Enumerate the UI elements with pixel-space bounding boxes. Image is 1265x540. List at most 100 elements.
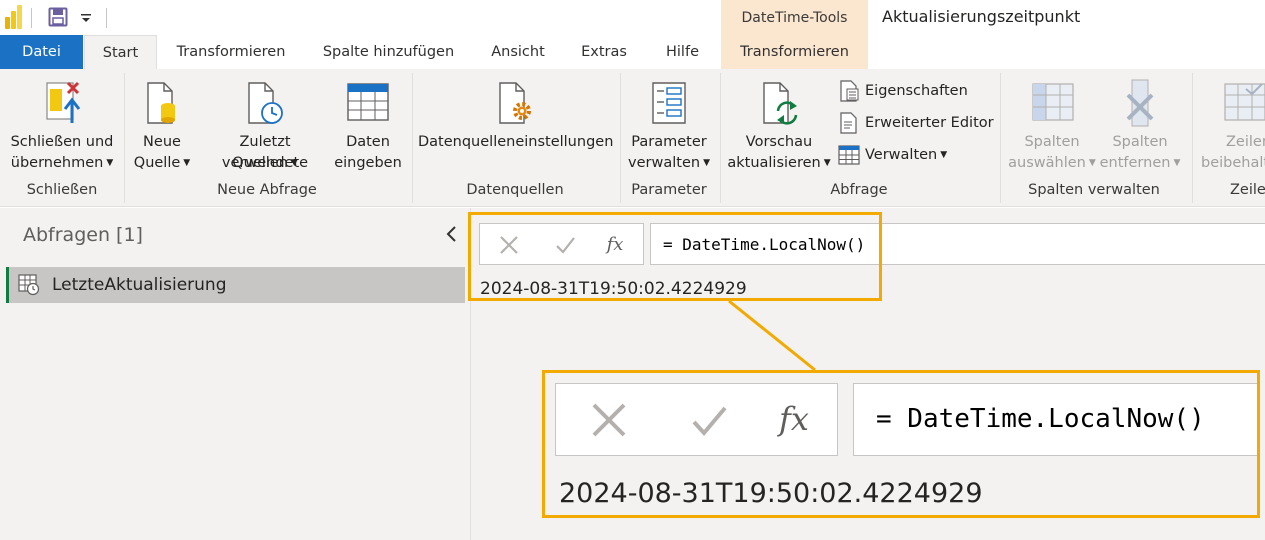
advanced-editor-button[interactable]: Erweiterter Editor [838,112,994,134]
group-label-spalten-verwalten: Spalten verwalten [1028,182,1160,198]
group-label-schliessen: Schließen [26,182,98,198]
group-divider [1192,73,1193,203]
dropdown-caret-icon: ▼ [940,150,948,160]
save-icon[interactable] [48,7,68,27]
table-icon [838,145,860,165]
dropdown-caret-icon: ▼ [1173,158,1181,168]
manage-parameters-button[interactable]: Parameter verwalten ▼ [624,77,714,177]
keep-rows-icon [1224,83,1265,128]
dropdown-caret-icon: ▼ [106,158,114,168]
new-source-label-2: Quelle [133,155,181,171]
choose-columns-icon [1032,83,1074,128]
tab-extras[interactable]: Extras [564,35,644,69]
group-divider [620,73,621,203]
group-divider [124,73,125,203]
refresh-preview-label: Vorschau [745,134,813,150]
tab-hilfe[interactable]: Hilfe [647,35,718,69]
tab-datetime-transformieren[interactable]: Transformieren [721,35,868,69]
group-label-zeilen: Zeilen [1230,182,1265,198]
window-title: Aktualisierungszeitpunkt [882,7,1081,26]
queries-title: Abfragen [1] [23,224,143,246]
properties-button[interactable]: Eigenschaften [838,80,968,102]
keep-rows-button[interactable]: Zeilen beibehalten [1198,77,1265,177]
ribbon-tabs: Datei Start Transformieren Spalte hinzuf… [0,35,1265,69]
power-bi-logo-icon [5,5,23,29]
keep-rows-label-2: beibehalten [1201,155,1265,171]
properties-label: Eigenschaften [865,83,968,99]
refresh-preview-button[interactable]: Vorschau aktualisieren ▼ [724,77,834,177]
remove-columns-icon [1122,79,1158,134]
datetime-query-icon [18,274,40,296]
manage-parameters-label: Parameter [631,134,707,150]
enter-data-button[interactable]: Daten eingeben [333,77,403,177]
dropdown-caret-icon: ▼ [290,158,298,168]
recent-sources-label-2: Quellen [232,155,288,171]
zoom-callout: fx = DateTime.LocalNow() 2024-08-31T19:5… [542,370,1260,518]
refresh-icon [760,79,802,134]
refresh-preview-label-2: aktualisieren [727,155,821,171]
new-source-button[interactable]: Neue Quelle ▼ [130,77,194,177]
properties-icon [840,80,859,102]
divider [31,8,32,28]
cancel-icon [584,398,634,442]
tab-transformieren[interactable]: Transformieren [160,35,302,69]
close-apply-label-2: übernehmen [10,155,104,171]
close-apply-button[interactable]: Schließen und übernehmen ▼ [6,77,118,177]
keep-rows-label: Zeilen [1226,134,1265,150]
ribbon: Schließen und übernehmen ▼ Schließen Neue… [0,69,1265,207]
tab-start[interactable]: Start [84,35,157,69]
new-source-label: Neue [143,134,181,150]
close-apply-label: Schließen und [10,134,114,150]
divider [106,8,107,28]
highlight-box [468,212,882,301]
customize-toolbar-icon[interactable] [79,10,93,24]
parameters-icon [650,79,688,134]
dropdown-caret-icon: ▼ [1088,158,1096,168]
recent-sources-icon [245,79,285,134]
remove-columns-label-2: entfernen [1099,155,1171,171]
choose-columns-button[interactable]: Spalten auswählen ▼ [1004,77,1100,177]
enter-data-label: Daten [346,134,390,150]
query-name: LetzteAktualisierung [52,275,227,295]
title-bar: DateTime-Tools Aktualisierungszeitpunkt [0,0,1265,35]
queries-pane: Abfragen [1] LetzteAktualisierung [0,208,471,540]
group-divider [1000,73,1001,203]
group-label-abfrage: Abfrage [830,182,888,198]
collapse-pane-icon[interactable] [444,225,460,243]
enter-data-label-2: eingeben [334,155,402,171]
recent-sources-button[interactable]: Zuletzt verwendete Quellen ▼ [195,77,335,177]
dropdown-caret-icon: ▼ [183,158,191,168]
tab-datei[interactable]: Datei [0,35,83,69]
manage-parameters-label-2: verwalten [628,155,701,171]
data-source-settings-icon [496,79,536,134]
list-item[interactable]: LetzteAktualisierung [6,267,465,303]
context-tab-header: DateTime-Tools [721,0,868,35]
callout-connector [728,299,816,372]
table-icon [347,83,389,128]
content-pane: fx = DateTime.LocalNow() 2024-08-31T19:5… [468,208,1265,540]
remove-columns-label: Spalten [1112,134,1168,150]
zoom-formula-buttons: fx [555,383,838,456]
tab-ansicht[interactable]: Ansicht [475,35,561,69]
group-label-neue-abfrage: Neue Abfrage [217,182,317,198]
data-source-settings-label: Datenquelleneinstellungen [418,134,614,150]
manage-button[interactable]: Verwalten ▼ [838,144,947,166]
tab-spalte-hinzufuegen[interactable]: Spalte hinzufügen [305,35,472,69]
group-label-parameter: Parameter [631,182,707,198]
zoom-formula-input: = DateTime.LocalNow() [853,383,1257,456]
commit-check-icon [684,398,734,442]
dropdown-caret-icon: ▼ [823,158,831,168]
remove-columns-button[interactable]: Spalten entfernen ▼ [1096,77,1184,177]
group-label-datenquellen: Datenquellen [466,182,564,198]
data-source-settings-button[interactable]: Datenquelleneinstellungen [418,77,614,177]
group-divider [720,73,721,203]
zoom-result-value: 2024-08-31T19:50:02.4224929 [559,478,983,509]
dropdown-caret-icon: ▼ [703,158,710,168]
manage-label: Verwalten [865,147,938,163]
advanced-editor-label: Erweiterter Editor [865,115,994,131]
fx-icon: fx [779,400,809,438]
group-divider [412,73,413,203]
new-source-icon [144,79,180,134]
close-apply-icon [44,79,82,134]
choose-columns-label: Spalten [1024,134,1080,150]
